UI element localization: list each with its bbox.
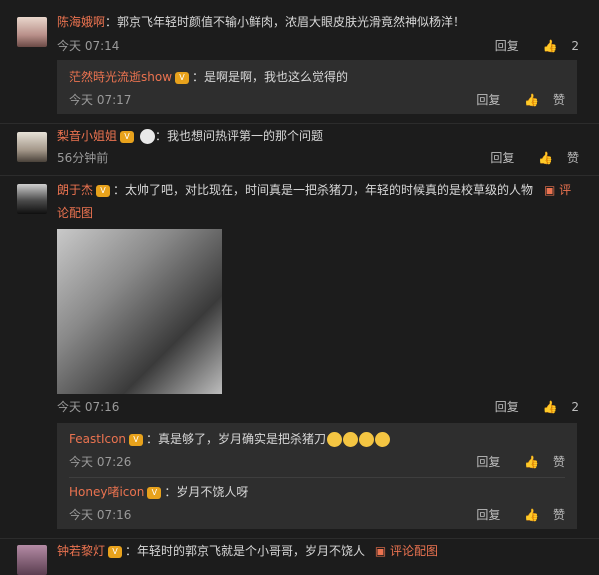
reply-button[interactable]: 回复 (495, 39, 519, 53)
like-button[interactable]: 👍 赞 (514, 93, 565, 107)
reply-button[interactable]: 回复 (490, 151, 514, 165)
comment-item: 陈海娥啊：郭京飞年轻时颜值不输小鲜肉，浓眉大眼皮肤光滑竟然神似杨洋！ 今天 07… (0, 0, 599, 125)
comment-time: 56分钟前 (57, 151, 109, 165)
image-icon: ▣ (374, 544, 387, 558)
emoji-icon (327, 432, 343, 447)
reply-button[interactable]: 回复 (495, 400, 519, 414)
vip-badge-icon: V (175, 71, 190, 84)
comment-photo[interactable] (57, 229, 222, 394)
reply-box: 茫然時光流逝show V ：是啊是啊，我也这么觉得的 今天 07:17 回复 👍 赞 (57, 60, 577, 114)
like-button[interactable]: 👍 赞 (514, 508, 565, 522)
comment-item: 钟若黎灯 V ：年轻时的郭京飞就是个小哥哥，岁月不饶人 ▣ 评论配图 (0, 539, 599, 575)
reply-time: 今天 07:16 (69, 508, 132, 522)
thumbs-up-icon: 👍 (542, 400, 558, 414)
emoji-icon (375, 432, 391, 447)
comment-text: ：年轻时的郭京飞就是个小哥哥，岁月不饶人 (125, 544, 366, 558)
comment-text: ：太帅了吧，对比现在，时间真是一把杀猪刀，年轻的时候真的是校草级的人物 (113, 183, 534, 197)
reply-text: ：真是够了，岁月确实是把杀猪刀 (146, 432, 327, 446)
comment-item: 梨音小姐姐 V ：我也想问热评第一的那个问题 56分钟前 回复 👍 赞 (0, 124, 599, 176)
commenter-name[interactable]: 梨音小姐姐 (57, 129, 117, 143)
comment-time: 今天 07:14 (57, 39, 120, 53)
reply-text: ：是啊是啊，我也这么觉得的 (192, 70, 349, 84)
vip-badge-icon: V (108, 545, 123, 558)
divider (69, 477, 565, 478)
image-icon: ▣ (544, 183, 556, 197)
avatar[interactable] (17, 184, 47, 214)
reply-button[interactable]: 回复 (476, 508, 500, 522)
view-image-link[interactable]: 论配图 (57, 206, 93, 220)
view-image-link[interactable]: 评 (559, 183, 571, 197)
thumbs-up-icon: 👍 (524, 455, 540, 469)
thumbs-up-icon: 👍 (524, 93, 540, 107)
comment-time: 今天 07:16 (57, 400, 120, 414)
vip-badge-icon: V (120, 130, 135, 143)
emoji-icon (343, 432, 359, 447)
vip-badge-icon: V (147, 486, 162, 499)
reply-time: 今天 07:17 (69, 93, 132, 107)
like-button[interactable]: 👍 2 (533, 400, 579, 414)
commenter-name[interactable]: 钟若黎灯 (57, 544, 105, 558)
avatar[interactable] (17, 17, 47, 47)
comment-text: ：郭京飞年轻时颜值不输小鲜肉，浓眉大眼皮肤光滑竟然神似杨洋！ (105, 15, 466, 29)
like-button[interactable]: 👍 2 (533, 39, 579, 53)
replier-name[interactable]: Honey啫icon (69, 485, 144, 499)
skull-emoji-icon (140, 129, 156, 144)
reply-button[interactable]: 回复 (476, 455, 500, 469)
reply-text: ：岁月不饶人呀 (164, 485, 249, 499)
vip-badge-icon: V (96, 184, 111, 197)
thumbs-up-icon: 👍 (542, 39, 558, 53)
vip-badge-icon: V (129, 433, 144, 446)
commenter-name[interactable]: 朗于杰 (57, 183, 93, 197)
replier-name[interactable]: 茫然時光流逝show (69, 70, 172, 84)
view-image-link[interactable]: 评论配图 (390, 544, 438, 558)
reply-button[interactable]: 回复 (476, 93, 500, 107)
comment-text: ：我也想问热评第一的那个问题 (155, 129, 324, 143)
like-button[interactable]: 👍 赞 (514, 455, 565, 469)
thumbs-up-icon: 👍 (538, 151, 554, 165)
thumbs-up-icon: 👍 (524, 508, 540, 522)
reply-box: FeastIcon V ：真是够了，岁月确实是把杀猪刀 今天 07:26 回复 👍 … (57, 423, 577, 529)
replier-name[interactable]: FeastIcon (69, 432, 126, 446)
reply-time: 今天 07:26 (69, 455, 132, 469)
like-button[interactable]: 👍 赞 (528, 151, 579, 165)
emoji-icon (359, 432, 375, 447)
avatar[interactable] (17, 545, 47, 575)
avatar[interactable] (17, 132, 47, 162)
commenter-name[interactable]: 陈海娥啊 (57, 15, 105, 29)
